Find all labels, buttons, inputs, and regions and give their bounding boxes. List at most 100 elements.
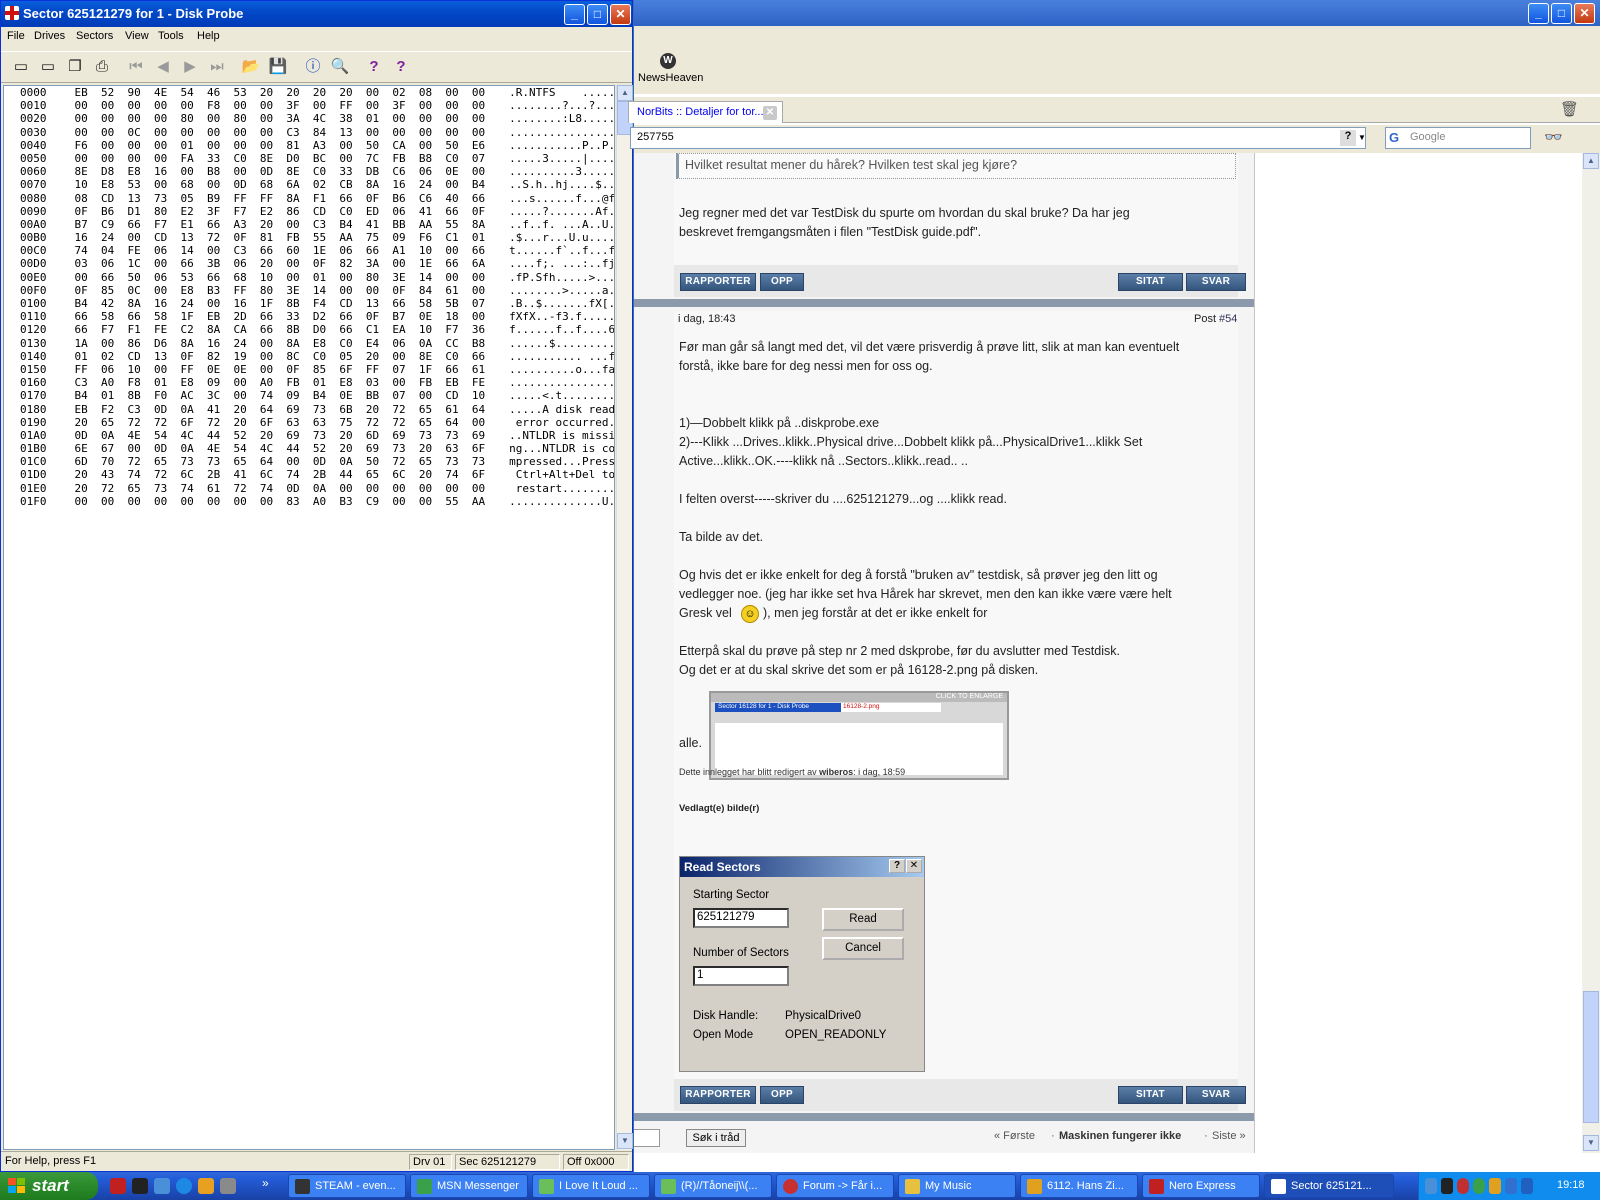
scroll-down-icon[interactable]: ▼ (617, 1133, 633, 1149)
taskbar-item-chat2[interactable]: (R)//Tåoneij\\(... (654, 1174, 772, 1198)
maximize-button[interactable]: □ (587, 4, 608, 25)
search-icon[interactable]: 🔍 (328, 55, 352, 79)
context-help-icon[interactable]: ? (389, 55, 413, 79)
taskbar-item-hans[interactable]: 6112. Hans Zi... (1020, 1174, 1138, 1198)
browser-scrollbar[interactable]: ▲ ▼ (1582, 153, 1600, 1153)
hex-row[interactable]: 0130 1A 00 86 D6 8A 16 24 00 8A E8 C0 E4 … (20, 337, 614, 350)
close-button[interactable]: ✕ (610, 4, 631, 25)
search-input[interactable]: Google (1385, 127, 1531, 149)
hex-row[interactable]: 00E0 00 66 50 06 53 66 68 10 00 01 00 80 … (20, 271, 614, 284)
dropdown-icon[interactable]: ▼ (1356, 130, 1368, 146)
hex-row[interactable]: 0050 00 00 00 00 FA 33 C0 8E D0 BC 00 7C … (20, 152, 614, 165)
taskbar-item-diskprobe[interactable]: Sector 625121... (1264, 1174, 1394, 1198)
previous-sector-icon[interactable]: ◀ (151, 55, 175, 79)
taskbar-item-my-music[interactable]: My Music (898, 1174, 1016, 1198)
hex-row[interactable]: 0140 01 02 CD 13 0F 82 19 00 8C C0 05 20 … (20, 350, 614, 363)
quote-button[interactable]: SITAT (1118, 273, 1183, 291)
quote-button[interactable]: SITAT (1118, 1086, 1183, 1104)
thread-title[interactable]: Maskinen fungerer ikke (1059, 1127, 1181, 1146)
browser-close-button[interactable]: ✕ (1574, 3, 1595, 24)
hex-row[interactable]: 0160 C3 A0 F8 01 E8 09 00 A0 FB 01 E8 03 … (20, 376, 614, 389)
hex-row[interactable]: 00A0 B7 C9 66 F7 E1 66 A3 20 00 C3 B4 41 … (20, 218, 614, 231)
hex-row[interactable]: 01D0 20 43 74 72 6C 2B 41 6C 74 2B 44 65 … (20, 468, 614, 481)
browser-minimize-button[interactable]: _ (1528, 3, 1549, 24)
save-icon[interactable]: 💾 (266, 55, 290, 79)
first-sector-icon[interactable]: ⏮ (124, 55, 148, 79)
browser-titlebar[interactable]: _ □ ✕ (634, 0, 1600, 26)
bookmark-newsheaven[interactable]: NewsHeaven (638, 72, 703, 84)
tray-icon[interactable] (1441, 1178, 1453, 1194)
search-thread-input[interactable] (634, 1129, 660, 1147)
menu-tools[interactable]: Tools (158, 30, 184, 42)
hex-row[interactable]: 0000 EB 52 90 4E 54 46 53 20 20 20 20 00 … (20, 86, 614, 99)
hex-row[interactable]: 0110 66 58 66 58 1F EB 2D 66 33 D2 66 0F … (20, 310, 614, 323)
reply-button[interactable]: SVAR (1186, 1086, 1246, 1104)
reply-button[interactable]: SVAR (1186, 273, 1246, 291)
browser-maximize-button[interactable]: □ (1551, 3, 1572, 24)
hex-row[interactable]: 0030 00 00 0C 00 00 00 00 00 C3 84 13 00 … (20, 126, 614, 139)
hex-row[interactable]: 00B0 16 24 00 CD 13 72 0F 81 FB 55 AA 75 … (20, 231, 614, 244)
taskbar-item-nero[interactable]: Nero Express (1142, 1174, 1260, 1198)
quicklaunch-icon[interactable] (154, 1178, 170, 1194)
scroll-thumb[interactable] (1583, 991, 1599, 1123)
taskbar-item-opera[interactable]: Forum -> Får i... (776, 1174, 894, 1198)
taskbar-item-steam[interactable]: STEAM - even... (288, 1174, 406, 1198)
post-number-link[interactable]: #54 (1219, 310, 1237, 329)
tray-icon[interactable] (1457, 1178, 1469, 1194)
hex-row[interactable]: 00F0 0F 85 0C 00 E8 B3 FF 80 3E 14 00 00 … (20, 284, 614, 297)
copy-icon[interactable]: ❐ (63, 55, 87, 79)
diskprobe-titlebar[interactable]: Sector 625121279 for 1 - Disk Probe _ □ … (1, 1, 632, 27)
menu-file[interactable]: File (7, 30, 25, 42)
hex-row[interactable]: 0070 10 E8 53 00 68 00 0D 68 6A 02 CB 8A … (20, 178, 614, 191)
menu-drives[interactable]: Drives (34, 30, 65, 42)
taskbar-item-msn[interactable]: MSN Messenger (410, 1174, 528, 1198)
search-thread-button[interactable]: Søk i tråd (686, 1129, 746, 1147)
help-icon[interactable]: ? (362, 55, 386, 79)
tray-icon[interactable] (1489, 1178, 1501, 1194)
hex-row[interactable]: 0150 FF 06 10 00 FF 0E 0E 00 0F 85 6F FF … (20, 363, 614, 376)
hex-row[interactable]: 0010 00 00 00 00 00 F8 00 00 3F 00 FF 00 … (20, 99, 614, 112)
up-button[interactable]: OPP (760, 273, 804, 291)
pager-first[interactable]: « Første (994, 1127, 1035, 1146)
hex-row[interactable]: 00D0 03 06 1C 00 66 3B 06 20 00 0F 82 3A … (20, 257, 614, 270)
hex-row[interactable]: 0170 B4 01 8B F0 AC 3C 00 74 09 B4 0E BB … (20, 389, 614, 402)
hex-row[interactable]: 0040 F6 00 00 00 01 00 00 00 81 A3 00 50 … (20, 139, 614, 152)
menu-help[interactable]: Help (197, 30, 220, 42)
read-sectors-attachment[interactable]: Read Sectors ? ✕ Starting Sector 6251212… (679, 856, 925, 1072)
start-button[interactable]: start (0, 1172, 98, 1200)
speaker-icon[interactable] (1521, 1178, 1533, 1194)
scroll-up-icon[interactable]: ▲ (1583, 153, 1599, 169)
tray-icon[interactable] (1505, 1178, 1517, 1194)
hex-row[interactable]: 01C0 6D 70 72 65 73 73 65 64 00 0D 0A 50 … (20, 455, 614, 468)
pager-last[interactable]: Siste » (1212, 1127, 1246, 1146)
menu-sectors[interactable]: Sectors (76, 30, 113, 42)
info-icon[interactable]: ⓘ (301, 55, 325, 79)
report-button[interactable]: RAPPORTER (680, 1086, 756, 1104)
tray-icon[interactable] (1425, 1178, 1437, 1194)
quicklaunch-icon[interactable] (110, 1178, 126, 1194)
last-sector-icon[interactable]: ⏭ (205, 55, 229, 79)
print-icon[interactable]: ⎙ (90, 55, 114, 79)
next-sector-icon[interactable]: ▶ (178, 55, 202, 79)
hex-row[interactable]: 0100 B4 42 8A 16 24 00 16 1F 8B F4 CD 13 … (20, 297, 614, 310)
tab-norbits[interactable]: NorBits :: Detaljer for tor... ✕ (628, 101, 783, 123)
internet-explorer-icon[interactable] (176, 1178, 192, 1194)
up-button[interactable]: OPP (760, 1086, 804, 1104)
read-sector-icon[interactable]: ▭ (9, 55, 33, 79)
help-icon[interactable]: ? (1340, 130, 1356, 146)
hex-row[interactable]: 0020 00 00 00 00 80 00 80 00 3A 4C 38 01 … (20, 112, 614, 125)
hex-row[interactable]: 01B0 6E 67 00 0D 0A 4E 54 4C 44 52 20 69 … (20, 442, 614, 455)
hex-row[interactable]: 0190 20 65 72 72 6F 72 20 6F 63 63 75 72 … (20, 416, 614, 429)
url-input[interactable]: 257755 (630, 127, 1366, 149)
scroll-down-icon[interactable]: ▼ (1583, 1135, 1599, 1151)
hex-row[interactable]: 0080 08 CD 13 73 05 B9 FF FF 8A F1 66 0F … (20, 192, 614, 205)
steam-icon[interactable] (132, 1178, 148, 1194)
hex-row[interactable]: 0180 EB F2 C3 0D 0A 41 20 64 69 73 6B 20 … (20, 403, 614, 416)
quicklaunch-icon[interactable] (220, 1178, 236, 1194)
tab-close-icon[interactable]: ✕ (763, 106, 777, 120)
edited-user[interactable]: wiberos (819, 767, 853, 777)
trash-icon[interactable]: 🗑 (1560, 100, 1579, 118)
hex-row[interactable]: 0120 66 F7 F1 FE C2 8A CA 66 8B D0 66 C1 … (20, 323, 614, 336)
open-folder-icon[interactable]: 📂 (239, 55, 263, 79)
hex-row[interactable]: 0090 0F B6 D1 80 E2 3F F7 E2 86 CD C0 ED … (20, 205, 614, 218)
